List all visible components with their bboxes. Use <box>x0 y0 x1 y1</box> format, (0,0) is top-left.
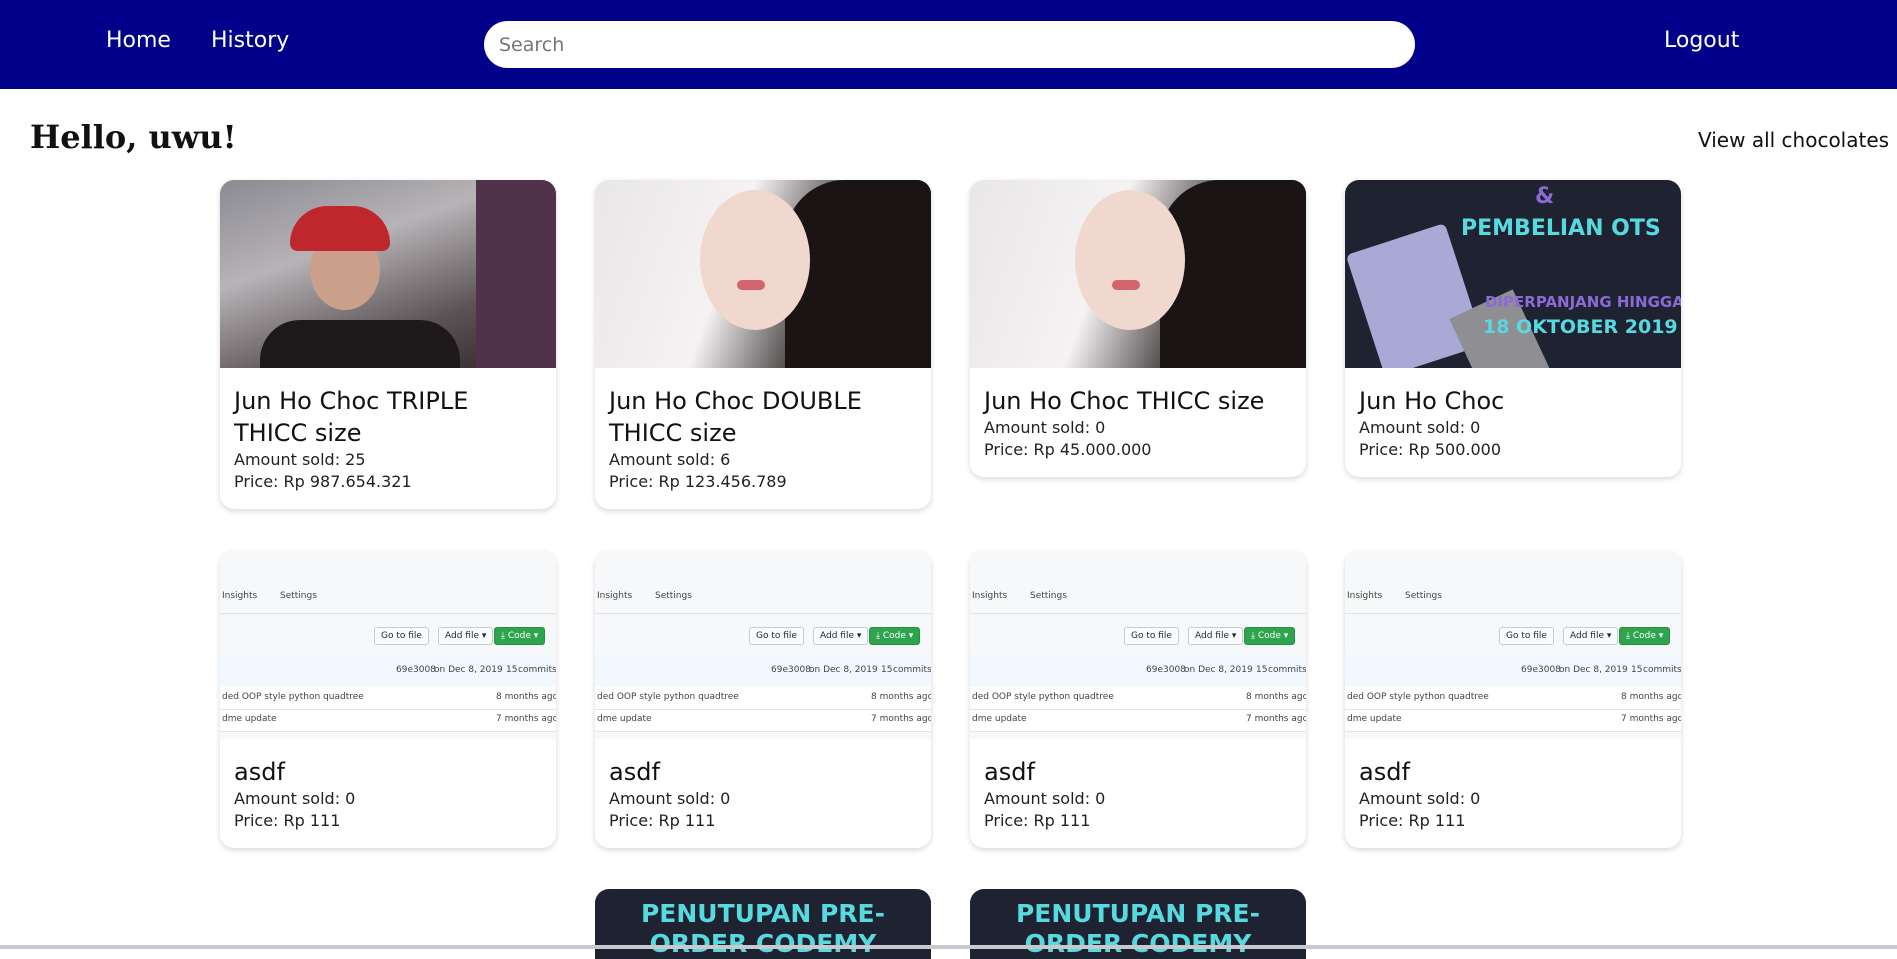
chocolate-card[interactable]: Insights Settings Go to file Add file ▾ … <box>595 551 931 848</box>
chocolate-name: Jun Ho Choc DOUBLE THICC size <box>609 387 862 447</box>
nav-history-link[interactable]: History <box>211 28 289 53</box>
amount-sold: Amount sold: 0 <box>984 418 1106 437</box>
nav-home-link[interactable]: Home <box>106 28 171 53</box>
view-all-chocolates-link[interactable]: View all chocolates <box>1698 128 1889 152</box>
chocolate-thumbnail: Insights Settings Go to file Add file ▾ … <box>970 551 1306 739</box>
amount-sold: Amount sold: 0 <box>234 789 356 808</box>
price: Price: Rp 111 <box>1359 811 1466 830</box>
chocolate-thumbnail: Insights Settings Go to file Add file ▾ … <box>220 551 556 739</box>
chocolate-name: Jun Ho Choc TRIPLE THICC size <box>234 387 469 447</box>
greeting-heading: Hello, uwu! <box>30 118 237 156</box>
poster-caption: PENUTUPAN PRE-ORDER CODEMY <box>1015 899 1260 958</box>
chocolate-card[interactable]: Insights Settings Go to file Add file ▾ … <box>1345 551 1681 848</box>
chocolate-name: asdf <box>984 758 1035 786</box>
chocolate-thumbnail: Insights Settings Go to file Add file ▾ … <box>1345 551 1681 739</box>
poster-caption: PENUTUPAN PRE-ORDER CODEMY <box>640 899 885 958</box>
price: Price: Rp 123.456.789 <box>609 472 787 491</box>
chocolate-thumbnail <box>595 180 931 368</box>
price: Price: Rp 111 <box>234 811 341 830</box>
chocolate-name: asdf <box>234 758 285 786</box>
price: Price: Rp 111 <box>984 811 1091 830</box>
chocolate-name: Jun Ho Choc <box>1359 387 1505 415</box>
chocolate-name: asdf <box>1359 758 1410 786</box>
chocolate-card[interactable]: Insights Settings Go to file Add file ▾ … <box>970 551 1306 848</box>
window-bottom-edge <box>0 945 1897 949</box>
amount-sold: Amount sold: 0 <box>609 789 731 808</box>
search-input[interactable] <box>484 21 1415 68</box>
chocolate-thumbnail <box>970 180 1306 368</box>
chocolate-card[interactable]: Jun Ho Choc DOUBLE THICC size Amount sol… <box>595 180 931 509</box>
chocolate-name: asdf <box>609 758 660 786</box>
price: Price: Rp 111 <box>609 811 716 830</box>
top-navbar: Home History Logout <box>0 0 1897 89</box>
chocolate-thumbnail: Insights Settings Go to file Add file ▾ … <box>595 551 931 739</box>
amount-sold: Amount sold: 0 <box>1359 789 1481 808</box>
amount-sold: Amount sold: 0 <box>1359 418 1481 437</box>
amount-sold: Amount sold: 0 <box>984 789 1106 808</box>
price: Price: Rp 500.000 <box>1359 440 1502 459</box>
chocolate-thumbnail <box>220 180 556 368</box>
chocolate-thumbnail: & PEMBELIAN OTS DIPERPANJANG HINGGA 18 O… <box>1345 180 1681 368</box>
chocolate-card[interactable]: & PEMBELIAN OTS DIPERPANJANG HINGGA 18 O… <box>1345 180 1681 477</box>
chocolate-card[interactable]: Jun Ho Choc THICC size Amount sold: 0 Pr… <box>970 180 1306 477</box>
chocolate-card[interactable]: Jun Ho Choc TRIPLE THICC size Amount sol… <box>220 180 556 509</box>
price: Price: Rp 987.654.321 <box>234 472 412 491</box>
amount-sold: Amount sold: 6 <box>609 450 731 469</box>
chocolate-card[interactable]: Insights Settings Go to file Add file ▾ … <box>220 551 556 848</box>
logout-link[interactable]: Logout <box>1664 28 1739 53</box>
chocolate-name: Jun Ho Choc THICC size <box>984 387 1265 415</box>
price: Price: Rp 45.000.000 <box>984 440 1152 459</box>
amount-sold: Amount sold: 25 <box>234 450 366 469</box>
